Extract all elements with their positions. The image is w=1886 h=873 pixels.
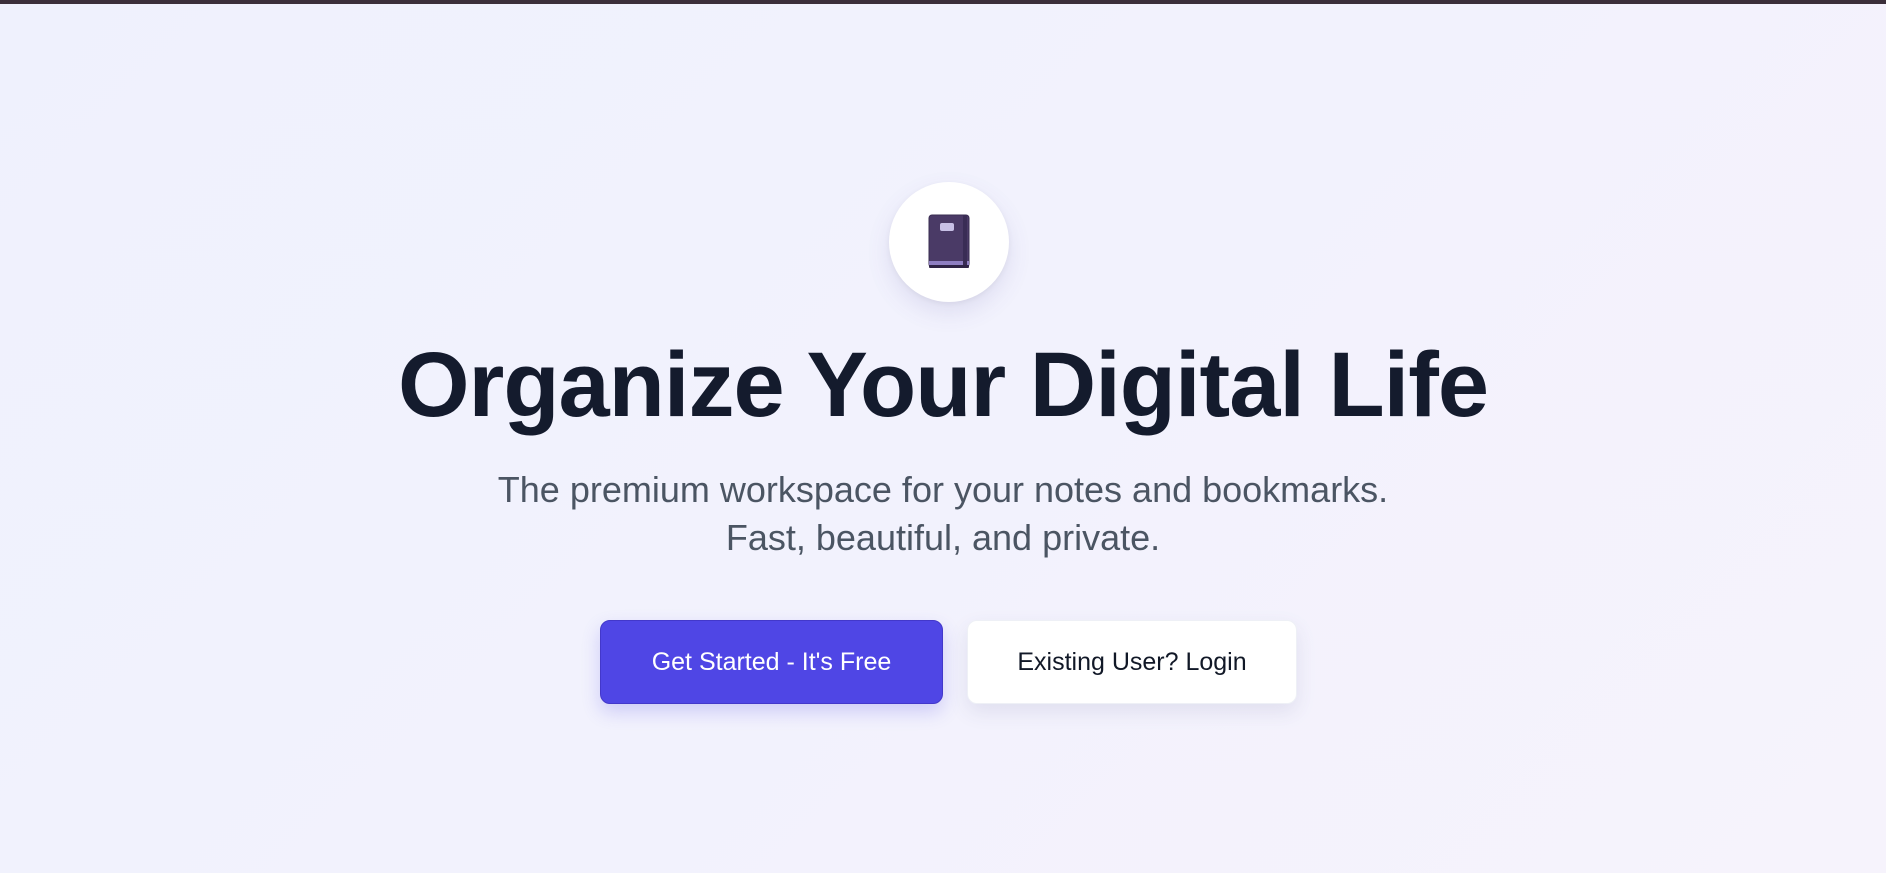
app-logo xyxy=(889,182,1009,302)
page-title: Organize Your Digital Life xyxy=(397,334,1489,436)
subtitle-line-1: The premium workspace for your notes and… xyxy=(497,469,1389,510)
subtitle-line-2: Fast, beautiful, and private. xyxy=(725,517,1161,558)
hero-subtitle: The premium workspace for your notes and… xyxy=(0,466,1886,562)
get-started-button[interactable]: Get Started - It's Free xyxy=(600,620,943,704)
hero-section: Organize Your Digital Life The premium w… xyxy=(0,0,1886,873)
notebook-icon xyxy=(927,214,971,270)
login-button[interactable]: Existing User? Login xyxy=(967,620,1297,704)
